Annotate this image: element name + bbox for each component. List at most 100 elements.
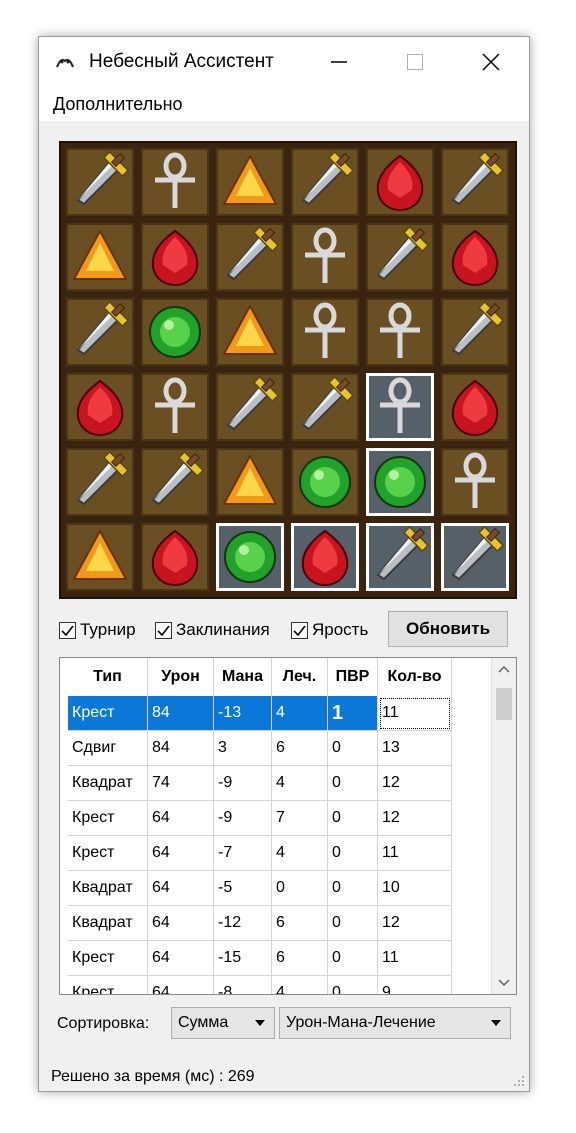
menu-bar: Дополнительно (39, 87, 529, 121)
table-cell: 6 (272, 731, 328, 766)
table-cell: 13 (378, 731, 452, 766)
board-cell[interactable] (66, 373, 134, 441)
tournament-checkbox[interactable]: Турнир (59, 620, 136, 640)
topaz-icon (223, 455, 277, 505)
table-row[interactable]: Крест 64 -8 4 0 9 (68, 976, 452, 994)
sword-icon (376, 225, 430, 281)
column-header[interactable]: Мана (214, 658, 272, 696)
table-row[interactable]: Крест 84 -13 4 1 11 (68, 696, 452, 731)
table-cell: 0 (328, 871, 378, 906)
board-cell[interactable] (441, 223, 509, 291)
board-cell[interactable] (66, 448, 134, 516)
sword-icon (76, 300, 130, 356)
board-cell[interactable] (441, 298, 509, 366)
board-cell[interactable] (291, 298, 359, 366)
board-cell[interactable] (66, 298, 134, 366)
column-header[interactable]: Кол-во (378, 658, 452, 696)
board-cell[interactable] (66, 223, 134, 291)
table-cell: 11 (378, 696, 452, 731)
table-cell: -9 (214, 766, 272, 801)
sort-mode-select[interactable]: Сумма (171, 1007, 275, 1039)
close-icon (482, 53, 500, 71)
board-cell[interactable] (291, 448, 359, 516)
spells-checkbox[interactable]: Заклинания (155, 620, 270, 640)
board-cell[interactable] (366, 373, 434, 441)
title-bar[interactable]: Небесный Ассистент (39, 37, 529, 87)
board-cell[interactable] (216, 448, 284, 516)
board-cell[interactable] (441, 373, 509, 441)
table-cell: 11 (378, 836, 452, 871)
table-cell: Крест (68, 801, 148, 836)
game-board[interactable] (59, 141, 517, 599)
board-cell[interactable] (441, 448, 509, 516)
scroll-up-icon[interactable] (492, 660, 516, 680)
emerald-icon (374, 456, 426, 508)
sort-order-select[interactable]: Урон-Мана-Лечение (279, 1007, 511, 1039)
board-cell[interactable] (66, 148, 134, 216)
board-cell[interactable] (141, 523, 209, 591)
table-cell: 12 (378, 906, 452, 941)
app-window: Небесный Ассистент Дополнительно Турнир … (38, 36, 530, 1092)
board-cell[interactable] (291, 148, 359, 216)
table-row[interactable]: Сдвиг 84 3 6 0 13 (68, 731, 452, 766)
ankh-icon (305, 227, 345, 283)
table-cell: Квадрат (68, 906, 148, 941)
close-button[interactable] (459, 37, 523, 87)
table-row[interactable]: Крест 64 -9 7 0 12 (68, 801, 452, 836)
board-cell[interactable] (366, 298, 434, 366)
table-row[interactable]: Квадрат 74 -9 4 0 12 (68, 766, 452, 801)
table-cell: 64 (148, 976, 214, 994)
board-cell[interactable] (66, 523, 134, 591)
board-cell[interactable] (291, 373, 359, 441)
table-cell: 84 (148, 696, 214, 731)
ankh-icon (155, 152, 195, 208)
board-cell[interactable] (216, 148, 284, 216)
table-row[interactable]: Квадрат 64 -12 6 0 12 (68, 906, 452, 941)
column-header[interactable]: Урон (148, 658, 214, 696)
board-cell[interactable] (366, 223, 434, 291)
board-cell[interactable] (141, 373, 209, 441)
spells-label: Заклинания (176, 620, 270, 639)
column-header[interactable]: ПВР (328, 658, 378, 696)
table-row[interactable]: Крест 64 -15 6 0 11 (68, 941, 452, 976)
table-cell: 0 (272, 871, 328, 906)
topaz-icon (223, 155, 277, 205)
column-header[interactable]: Тип (68, 658, 148, 696)
board-cell[interactable] (366, 148, 434, 216)
rage-check-icon[interactable] (291, 621, 308, 639)
table-scrollbar[interactable] (491, 658, 516, 994)
board-cell[interactable] (141, 148, 209, 216)
board-cell[interactable] (291, 523, 359, 591)
scrollbar-thumb[interactable] (496, 688, 512, 720)
rage-checkbox[interactable]: Ярость (291, 620, 368, 640)
board-cell[interactable] (441, 148, 509, 216)
board-cell[interactable] (366, 448, 434, 516)
table-cell: Сдвиг (68, 731, 148, 766)
board-cell[interactable] (216, 298, 284, 366)
board-cell[interactable] (141, 223, 209, 291)
resize-grip-icon[interactable] (513, 1075, 525, 1087)
table-row[interactable]: Крест 64 -7 4 0 11 (68, 836, 452, 871)
board-cell[interactable] (141, 298, 209, 366)
table-row[interactable]: Квадрат 64 -5 0 0 10 (68, 871, 452, 906)
refresh-button[interactable]: Обновить (388, 611, 508, 647)
results-table[interactable]: Тип Урон Мана Леч. ПВР Кол-во Крест 84 -13 4 1 11 С… (59, 657, 517, 995)
spells-check-icon[interactable] (155, 621, 172, 639)
table-cell: 84 (148, 731, 214, 766)
tournament-check-icon[interactable] (59, 621, 76, 639)
maximize-button[interactable] (383, 37, 447, 87)
scroll-down-icon[interactable] (492, 972, 516, 992)
board-cell[interactable] (216, 523, 284, 591)
board-cell[interactable] (141, 448, 209, 516)
board-cell[interactable] (366, 523, 434, 591)
minimize-button[interactable] (307, 37, 371, 87)
sort-order-value: Урон-Мана-Лечение (286, 1014, 436, 1031)
table-cell: 64 (148, 801, 214, 836)
board-cell[interactable] (216, 373, 284, 441)
menu-additional[interactable]: Дополнительно (53, 94, 183, 115)
column-header[interactable]: Леч. (272, 658, 328, 696)
table-cell: Крест (68, 836, 148, 871)
board-cell[interactable] (291, 223, 359, 291)
board-cell[interactable] (216, 223, 284, 291)
board-cell[interactable] (441, 523, 509, 591)
